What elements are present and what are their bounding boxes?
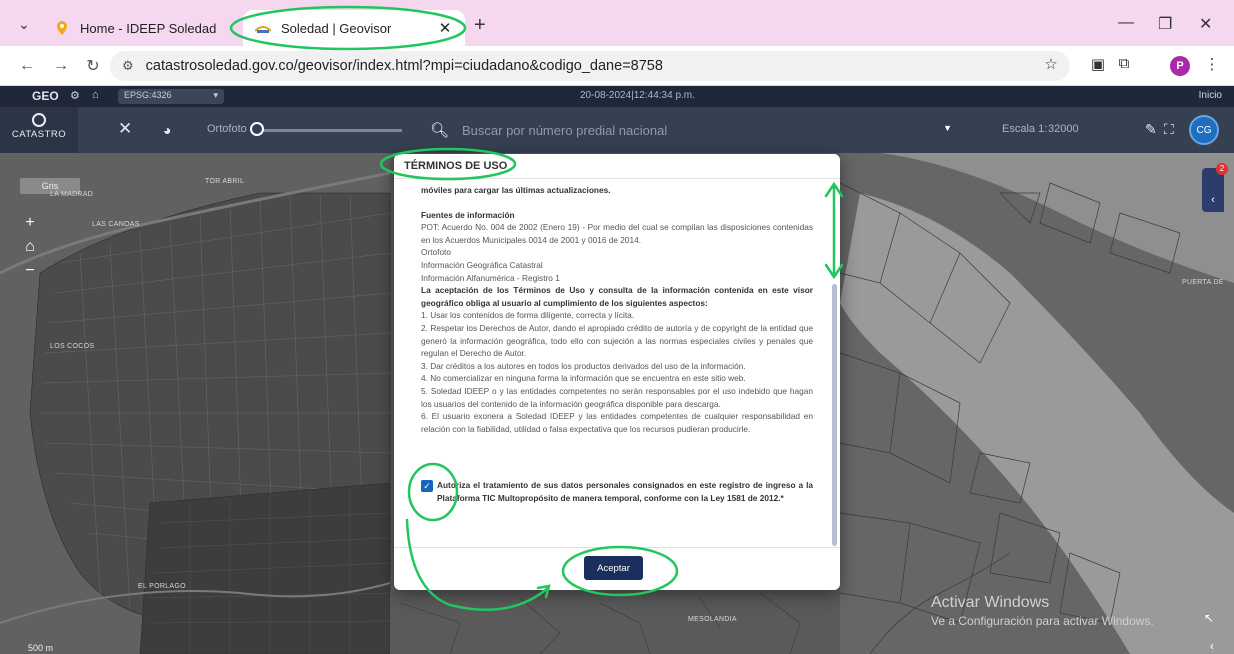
notification-badge: 2 <box>1216 163 1228 175</box>
map-zoom-controls: + ⌂ − <box>20 213 40 285</box>
rule-item: 3. Dar créditos a los autores en todos l… <box>421 360 746 371</box>
acceptance-text: La aceptación de los Términos de Uso y c… <box>421 285 813 308</box>
cast-icon[interactable]: ▣ <box>1087 55 1109 73</box>
reload-icon[interactable]: ↻ <box>82 55 104 77</box>
inicio-link[interactable]: Inicio <box>1199 90 1222 101</box>
map-label: EL PORLAGO <box>138 583 186 590</box>
catastro-logo[interactable]: CATASTRO <box>0 107 78 153</box>
location-pin-icon <box>54 20 70 36</box>
ortofoto-slider-track[interactable] <box>252 129 402 132</box>
epsg-value: EPSG:4326 <box>124 90 172 100</box>
browser-tab-strip: ⌄ Home - IDEEP Soledad Soledad | Geoviso… <box>0 0 1234 46</box>
parcel-search: 🔍︎ ▼ <box>420 115 964 145</box>
pot-text: POT: Acuerdo No. 004 de 2002 (Enero 19) … <box>421 222 813 245</box>
map-label: LOS COCOS <box>50 343 95 350</box>
datetime-readout: 20-08-2024|12:44:34 p.m. <box>580 90 695 101</box>
expand-arrow-icon[interactable]: ↖ <box>1204 611 1214 625</box>
terms-intro: móviles para cargar las últimas actualiz… <box>421 185 611 195</box>
tab-search-chevron-icon[interactable]: ⌄ <box>12 12 36 36</box>
source-item: Información Alfanumérica - Registro 1 <box>421 272 560 283</box>
minimize-icon[interactable]: — <box>1118 14 1134 32</box>
globe-icon[interactable]: ◕ <box>163 122 171 138</box>
watermark-subtitle: Ve a Configuración para activar Windows. <box>931 614 1154 628</box>
source-item: Información Geográfica Catastral <box>421 259 543 270</box>
scale-label: Escala 1: <box>1002 123 1048 135</box>
windows-activation-watermark: Activar Windows Ve a Configuración para … <box>931 594 1154 628</box>
geo-logo: GEO <box>32 89 59 103</box>
search-dropdown-icon[interactable]: ▼ <box>943 123 952 133</box>
consent-checkbox[interactable]: ✓ <box>421 480 433 492</box>
terms-of-use-dialog: TÉRMINOS DE USO móviles para cargar las … <box>394 154 840 590</box>
draw-pencil-icon[interactable]: ✎ <box>1145 121 1157 138</box>
map-scale-bar: 500 m <box>28 643 54 653</box>
site-logo-icon <box>255 20 271 36</box>
map-label: TOR ABRIL <box>205 178 245 185</box>
tools-icon[interactable]: ✕ <box>118 119 132 139</box>
map-label: LAS CANOAS <box>92 221 140 228</box>
parcel-search-input[interactable] <box>462 117 922 143</box>
tab-soledad-geovisor[interactable]: Soledad | Geovisor ✕ <box>243 10 465 46</box>
sources-heading: Fuentes de información <box>421 209 515 220</box>
watermark-title: Activar Windows <box>931 594 1050 611</box>
app-toolbar: CATASTRO ✕ ◕ Ortofoto 🔍︎ ▼ Escala 1: 320… <box>0 107 1234 153</box>
site-settings-icon[interactable]: ⚙ <box>122 58 134 74</box>
search-icon: 🔍︎ <box>430 122 450 139</box>
profile-avatar[interactable]: P <box>1170 56 1190 76</box>
tab-home-ideep[interactable]: Home - IDEEP Soledad <box>42 10 232 46</box>
tab-label: Home - IDEEP Soledad <box>80 20 217 36</box>
restore-icon[interactable]: ❐ <box>1158 14 1172 34</box>
user-avatar[interactable]: CG <box>1189 115 1219 145</box>
collapse-chevron-icon[interactable]: ‹ <box>1210 639 1214 653</box>
source-item: Ortofoto <box>421 247 451 258</box>
forward-arrow-icon[interactable]: → <box>50 55 72 77</box>
address-bar[interactable]: ⚙ catastrosoledad.gov.co/geovisor/index.… <box>110 51 1070 81</box>
fullscreen-icon[interactable]: ⛶ <box>1164 121 1174 138</box>
rule-item: 1. Usar los contenidos de forma diligent… <box>421 310 635 321</box>
dialog-scrollbar[interactable] <box>832 284 837 546</box>
terms-text: móviles para cargar las últimas actualiz… <box>421 184 813 435</box>
catastro-label: CATASTRO <box>11 129 67 140</box>
window-close-icon[interactable]: ✕ <box>1199 14 1212 34</box>
ortofoto-slider-handle[interactable] <box>250 122 264 136</box>
tab-label: Soledad | Geovisor <box>281 20 392 36</box>
menu-dots-icon[interactable]: ⋮ <box>1201 55 1223 73</box>
ortofoto-label: Ortofoto <box>207 123 247 135</box>
dialog-title: TÉRMINOS DE USO <box>394 154 840 179</box>
rule-item: 4. No comercializar en ninguna forma la … <box>421 373 746 384</box>
building-icon[interactable]: ⌂ <box>92 89 99 101</box>
app-status-strip: GEO ⚙ ⌂ EPSG:4326 ▾ 20-08-2024|12:44:34 … <box>0 86 1234 107</box>
address-url: catastrosoledad.gov.co/geovisor/index.ht… <box>145 58 663 74</box>
browser-toolbar: ← → ↻ ⚙ catastrosoledad.gov.co/geovisor/… <box>0 46 1234 86</box>
map-label: MESOLANDIA <box>688 616 737 623</box>
home-icon[interactable]: ⌂ <box>20 237 40 257</box>
close-icon[interactable]: ✕ <box>437 19 453 37</box>
catastro-emblem-icon <box>32 113 46 127</box>
dialog-scroll-area[interactable]: móviles para cargar las últimas actualiz… <box>394 179 840 548</box>
zoom-in-icon[interactable]: + <box>20 213 40 233</box>
extensions-icon[interactable]: ⧉ <box>1113 55 1135 72</box>
consent-text: Autoriza el tratamiento de sus datos per… <box>437 480 813 503</box>
settings-icon[interactable]: ⚙ <box>70 89 80 102</box>
map-label: LA MADRAD <box>50 191 94 198</box>
rule-item: 5. Soledad IDEEP o y las entidades compe… <box>421 385 813 409</box>
rule-item: 6. El usuario exonera a Soledad IDEEP y … <box>421 411 813 434</box>
rule-item: 2. Respetar los Derechos de Autor, dando… <box>421 322 813 359</box>
chevron-down-icon: ▾ <box>213 90 218 100</box>
zoom-out-icon[interactable]: − <box>20 261 40 281</box>
consent-row: ✓ Autoriza el tratamiento de sus datos p… <box>421 479 813 504</box>
map-label: PUERTA DE <box>1182 279 1224 286</box>
epsg-select[interactable]: EPSG:4326 ▾ <box>118 89 224 104</box>
accept-button[interactable]: Aceptar <box>584 556 643 580</box>
bookmark-star-icon[interactable]: ☆ <box>1040 55 1062 73</box>
back-arrow-icon[interactable]: ← <box>16 55 38 77</box>
new-tab-plus-icon[interactable]: + <box>474 14 486 37</box>
scale-value[interactable]: 32000 <box>1048 123 1079 135</box>
chevron-left-icon: ‹ <box>1211 194 1215 206</box>
